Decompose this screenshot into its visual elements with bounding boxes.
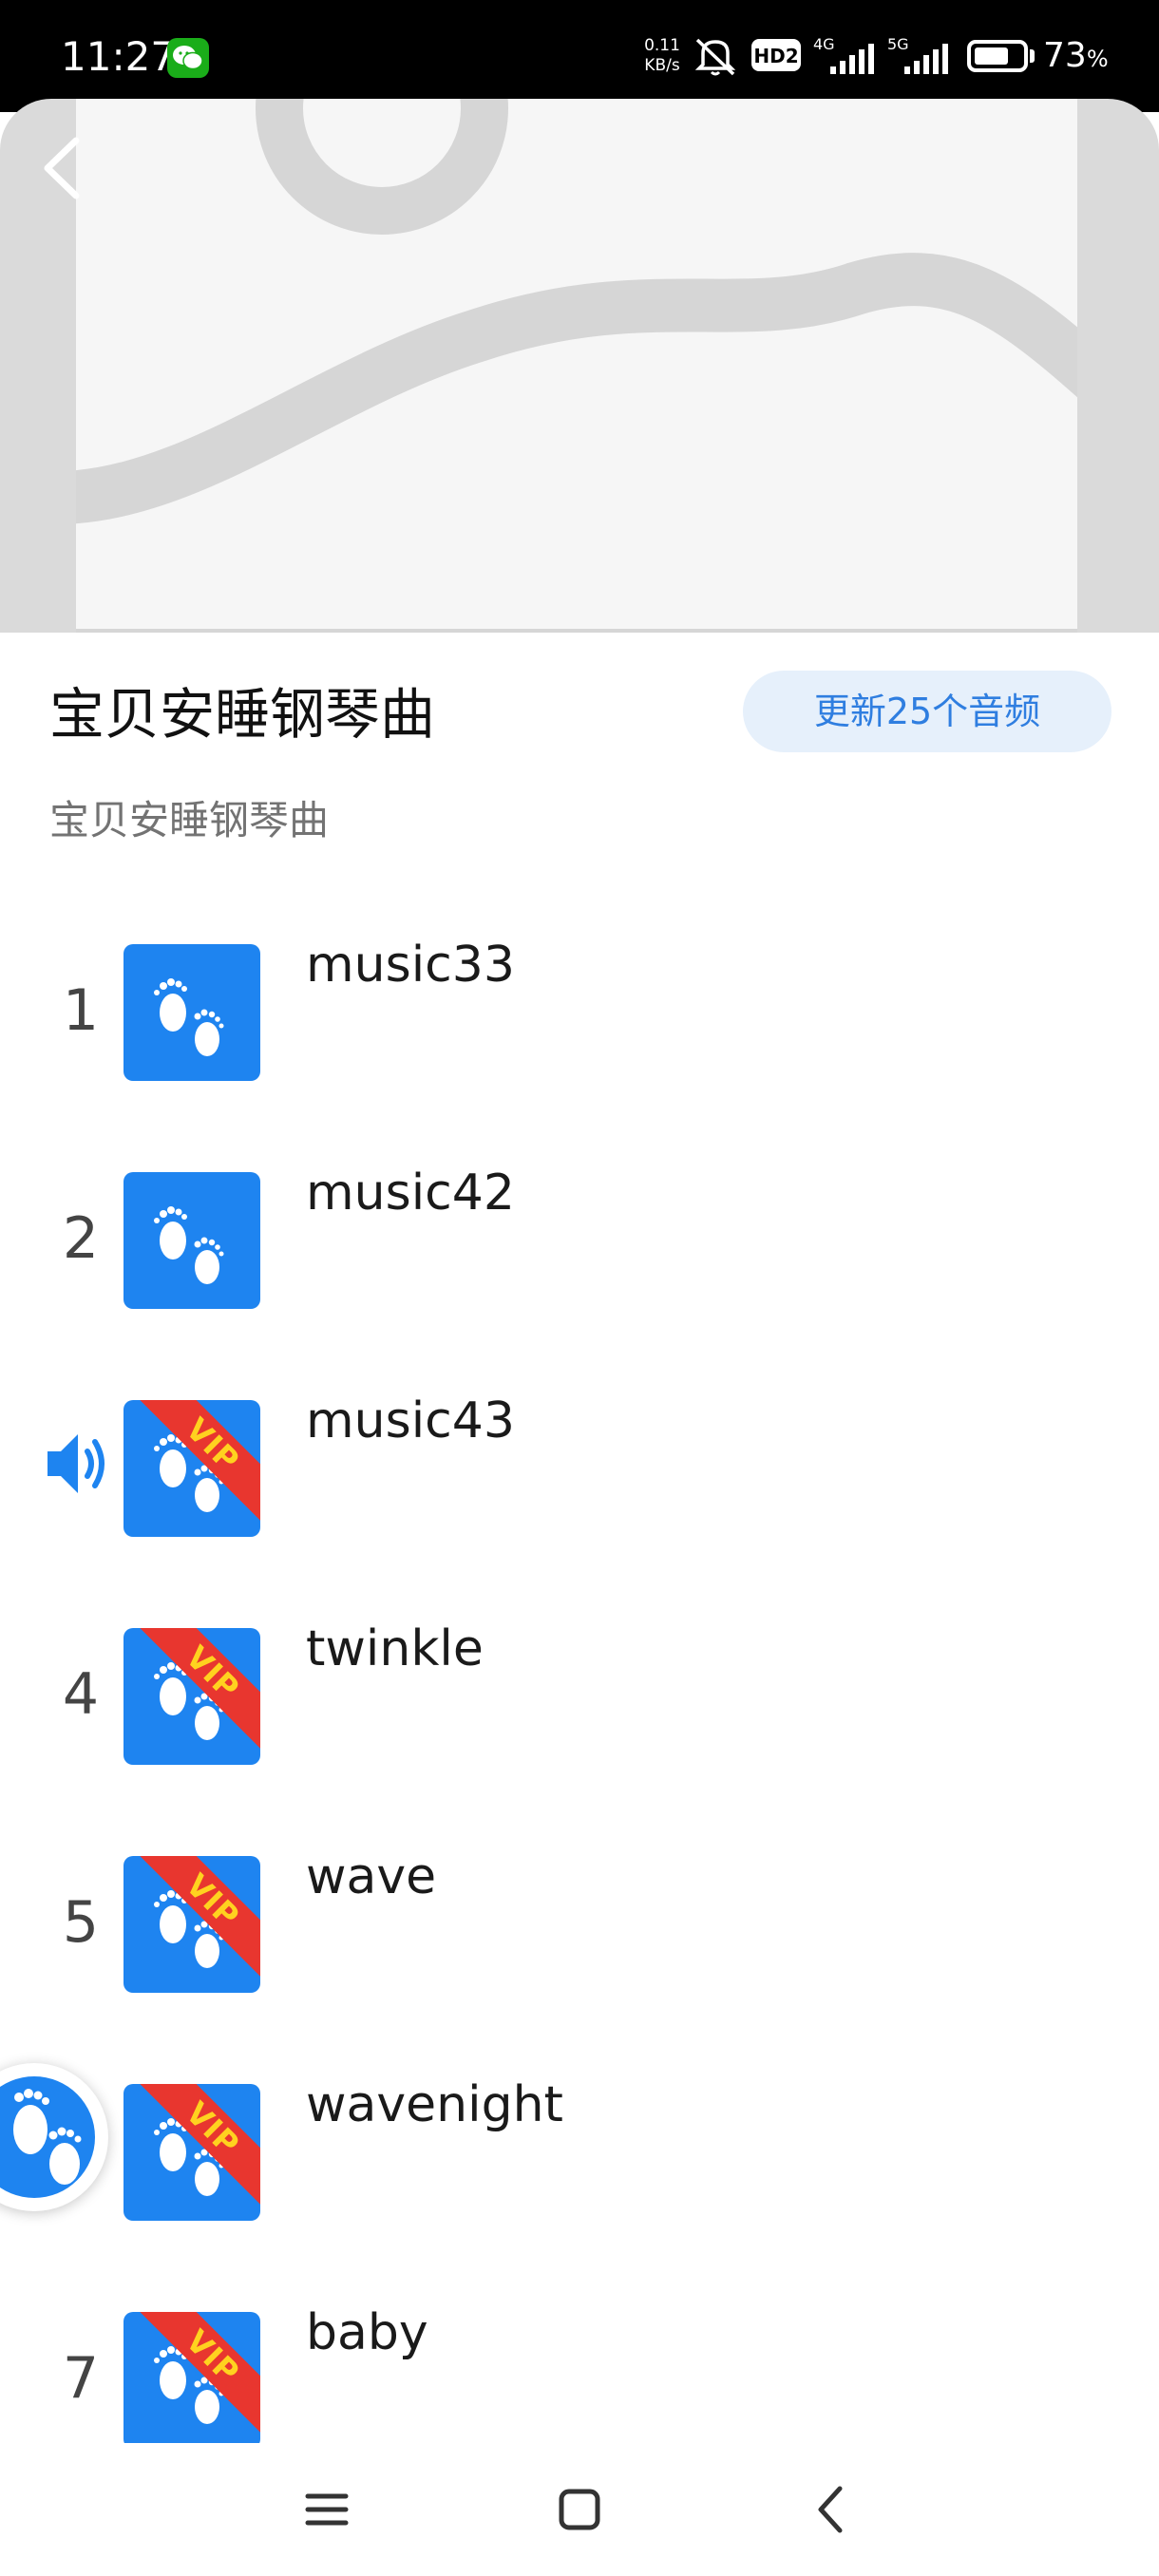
signal-1-label: 4G [813,35,835,53]
track-row[interactable]: VIP wavenight [0,2071,1159,2299]
track-thumbnail [124,944,260,1081]
track-thumbnail: VIP [124,1856,260,1993]
track-thumbnail: VIP [124,1400,260,1537]
cover-image-placeholder [56,99,1120,633]
track-index: 2 [62,1205,100,1272]
signal-5g-icon: 5G [887,34,954,82]
track-index: 5 [62,1889,100,1956]
baby-feet-icon [13,2089,82,2185]
track-thumbnail: VIP [124,1628,260,1765]
back-button[interactable] [36,133,93,203]
battery-fill [975,47,1008,65]
album-title: 宝贝安睡钢琴曲 [49,682,436,747]
screen: 11:27 0.11 KB/s HD2 4G 5G 73% 宝贝安睡钢琴曲 更新… [0,0,1159,2576]
battery-icon [967,40,1028,72]
battery-value: 73 [1043,36,1087,75]
back-chevron-icon[interactable] [792,2470,872,2549]
mute-bell-icon [692,34,739,82]
update-count-badge[interactable]: 更新25个音频 [743,671,1112,752]
track-row[interactable]: 7 VIP baby [0,2299,1159,2443]
battery-percent: 73% [1043,32,1109,83]
baby-feet-icon [154,978,224,1056]
now-playing-speaker-icon [44,1425,110,1503]
track-thumbnail: VIP [124,2312,260,2443]
hd-voice-badge: HD2 [750,38,802,76]
album-cover [0,99,1159,633]
track-title: music42 [306,1165,515,1222]
track-thumbnail: VIP [124,2084,260,2221]
status-time: 11:27 [61,33,177,80]
track-row[interactable]: VIP music43 [0,1387,1159,1615]
floating-player-art [0,2076,95,2198]
net-speed: 0.11 KB/s [638,36,686,76]
system-nav-bar [0,2443,1159,2576]
track-title: music33 [306,937,515,994]
track-row[interactable]: 5 VIP wave [0,1843,1159,2071]
net-speed-unit: KB/s [644,56,680,75]
track-index: 7 [62,2345,100,2412]
menu-icon[interactable] [287,2470,367,2549]
net-speed-value: 0.11 [644,36,680,55]
track-title: baby [306,2304,428,2361]
track-row[interactable]: 4 VIP twinkle [0,1615,1159,1843]
album-subtitle: 宝贝安睡钢琴曲 [49,797,330,843]
track-row[interactable]: 1 music33 [0,931,1159,1159]
track-title: wave [306,1848,437,1905]
battery-unit: % [1086,46,1109,72]
track-thumbnail [124,1172,260,1309]
track-row[interactable]: 2 music42 [0,1159,1159,1387]
track-title: music43 [306,1392,515,1449]
status-bar: 11:27 0.11 KB/s HD2 4G 5G 73% [0,0,1159,112]
chevron-left-icon [44,137,80,199]
image-placeholder-icon [56,99,1120,633]
hd-label: HD2 [753,45,798,67]
track-index: 1 [62,977,100,1044]
track-index: 4 [62,1661,100,1728]
track-title: twinkle [306,1620,484,1677]
track-list: 1 music33 2 music42 VIP music43 4 VIP tw… [0,931,1159,2443]
wechat-notification-icon [167,38,209,78]
baby-feet-icon [154,1206,224,1284]
battery-nub [1030,49,1035,63]
signal-4g-icon: 4G [811,34,884,82]
signal-2-label: 5G [887,35,909,53]
track-title: wavenight [306,2076,563,2133]
home-square-icon[interactable] [540,2470,619,2549]
